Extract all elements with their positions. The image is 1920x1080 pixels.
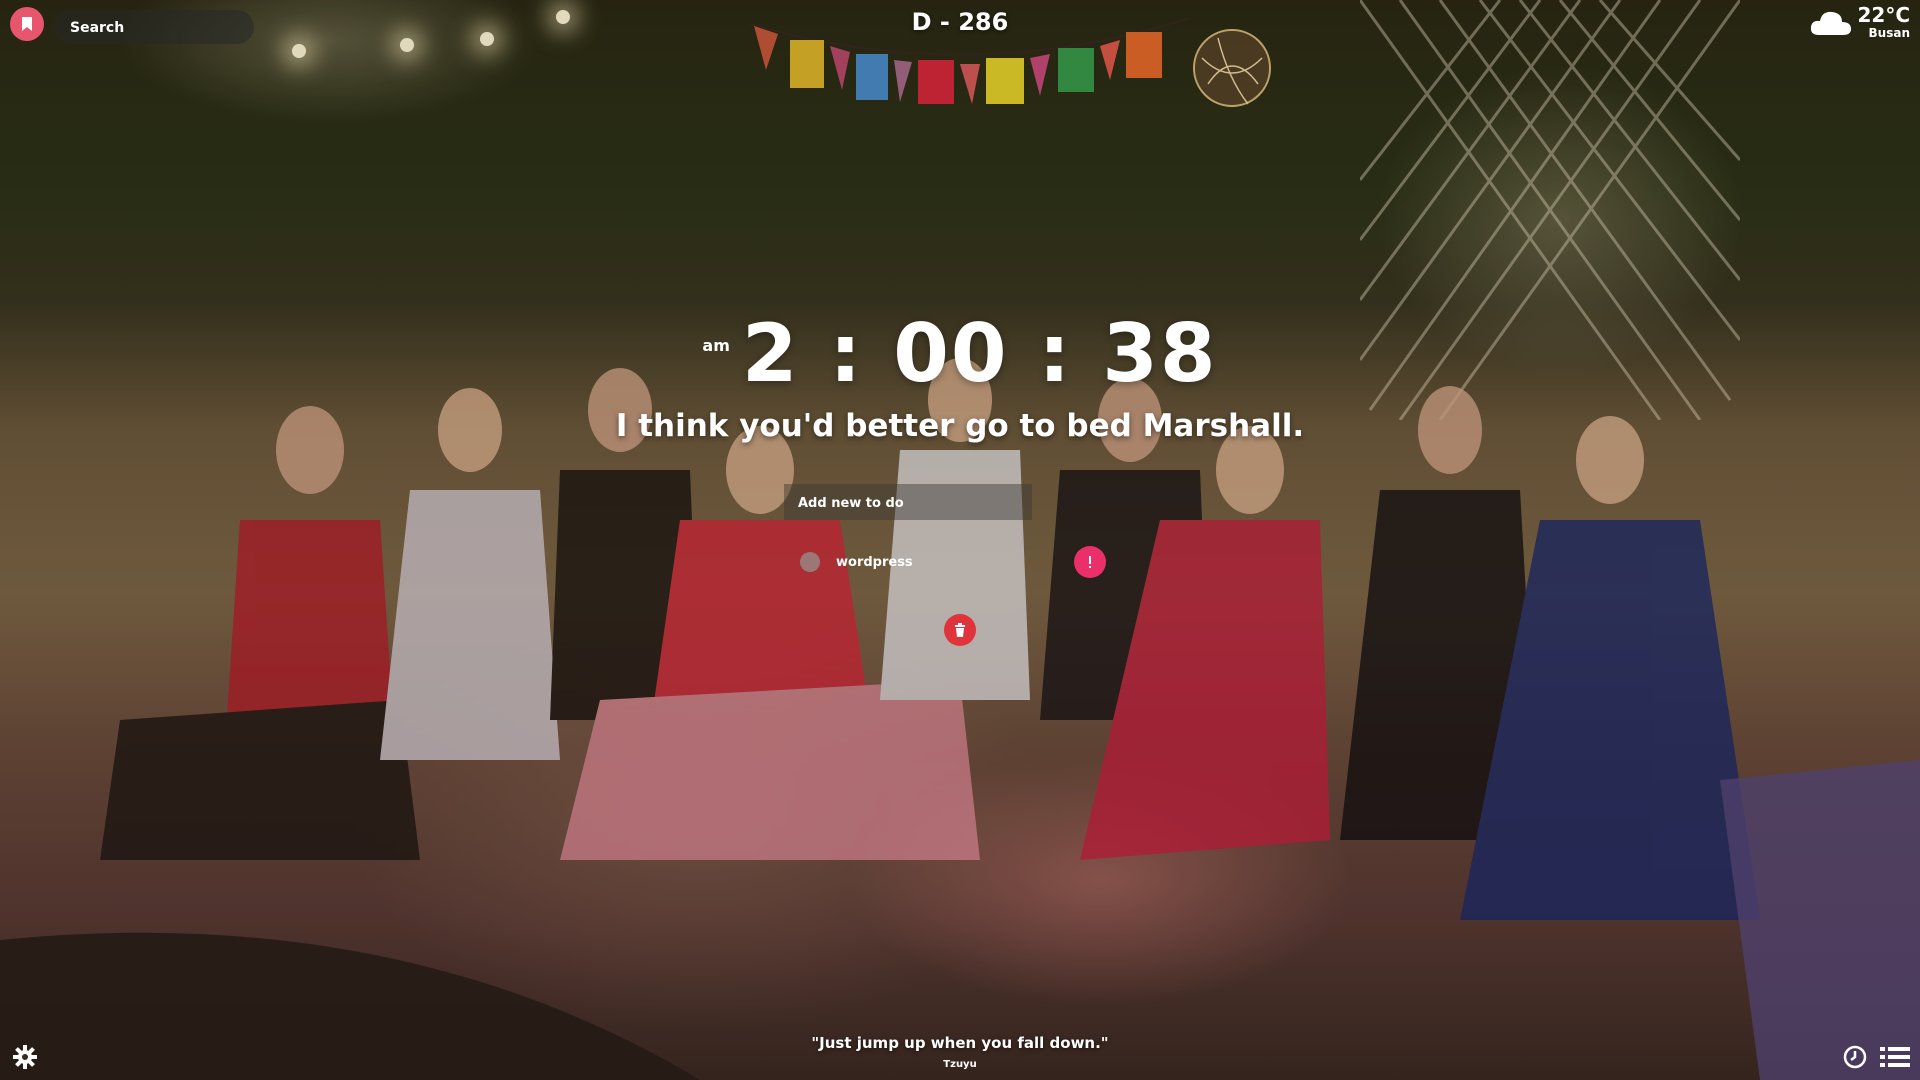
weather-city: Busan — [1868, 26, 1910, 40]
weather-widget[interactable]: 22°C Busan — [1809, 4, 1910, 40]
todo-input-box[interactable] — [784, 484, 1032, 522]
quote-author: Tzuyu — [943, 1059, 977, 1070]
todo-input[interactable] — [796, 484, 1024, 522]
dday-counter: D - 286 — [911, 8, 1009, 36]
todo-item-label: wordpress — [836, 554, 913, 570]
background-dim-overlay — [0, 0, 1920, 1080]
clock-icon[interactable] — [1842, 1044, 1868, 1070]
clock: am 2 : 00 : 38 — [0, 306, 1920, 402]
quote-text: "Just jump up when you fall down." — [811, 1034, 1109, 1052]
clock-ampm: am — [702, 336, 730, 355]
trash-icon — [955, 623, 965, 637]
list-icon[interactable] — [1880, 1044, 1910, 1070]
cloud-icon — [1811, 11, 1852, 35]
delete-todo-button[interactable] — [944, 614, 976, 646]
clock-time: 2 : 00 : 38 — [741, 307, 1218, 400]
exclamation-icon — [1089, 556, 1091, 568]
todo-item[interactable]: wordpress — [800, 548, 1034, 576]
mark-important-button[interactable] — [1074, 546, 1106, 578]
greeting-message: I think you'd better go to bed Marshall. — [615, 408, 1305, 444]
weather-temperature: 22°C — [1857, 3, 1910, 27]
gear-icon[interactable] — [12, 1044, 38, 1070]
todo-checkbox[interactable] — [800, 552, 820, 572]
